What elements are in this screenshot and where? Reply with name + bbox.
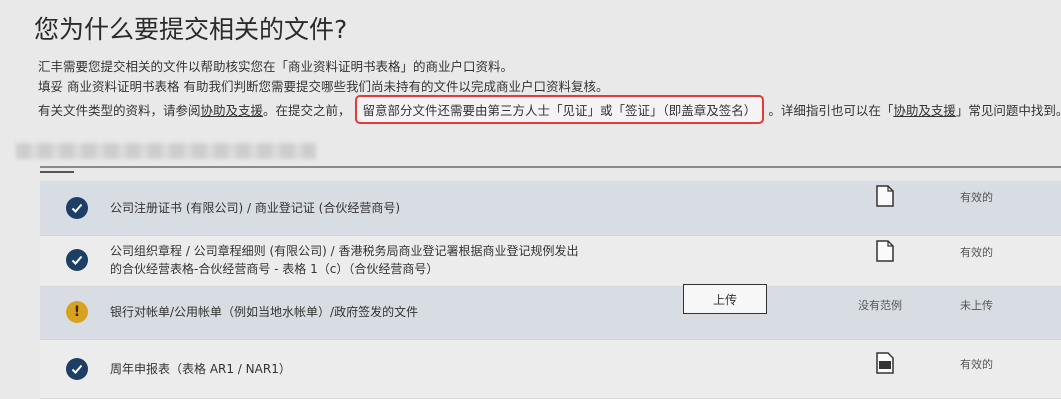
- document-icon[interactable]: [876, 240, 894, 262]
- intro-line-2-rest: 商业资料证明书表格 有助我们判断您需要提交哪些我们尚未持有的文件以完成商业户口资…: [67, 79, 609, 94]
- section-divider: [40, 166, 1061, 168]
- no-sample-text: 没有范例: [858, 299, 902, 312]
- table-row: 公司注册证书 (有限公司) / 商业登记证 (合伙经营商号) 有效的: [40, 181, 1061, 236]
- intro-line-3-a: 有关文件类型的资料，请参阅: [38, 103, 201, 118]
- status-text: 有效的: [960, 358, 993, 371]
- help-support-link[interactable]: 协助及支援: [201, 100, 264, 119]
- status-text: 未上传: [960, 299, 993, 312]
- intro-line-3-d: 」常见问题中找到。: [955, 103, 1061, 118]
- blurred-account-info: [16, 143, 316, 159]
- table-row: 周年申报表（表格 AR1 / NAR1） 有效的: [40, 340, 1061, 399]
- intro-line-3-c: 。详细指引也可以在「: [768, 103, 894, 118]
- document-label: 周年申报表（表格 AR1 / NAR1）: [110, 362, 291, 376]
- upload-button[interactable]: 上传: [683, 284, 767, 314]
- document-icon[interactable]: [876, 185, 894, 207]
- page-title: 您为什么要提交相关的文件?: [34, 15, 348, 44]
- help-support-faq-link[interactable]: 协助及支援: [893, 100, 956, 119]
- tab-indicator: [40, 171, 74, 173]
- intro-line-2-prefix: 填妥: [38, 79, 64, 94]
- status-text: 有效的: [960, 191, 993, 204]
- status-text: 有效的: [960, 246, 993, 259]
- witness-notice-highlight: 留意部分文件还需要由第三方人士「见证」或「签证」（即盖章及签名）: [354, 95, 765, 124]
- document-label-line-1: 公司组织章程 / 公司章程细则 (有限公司) / 香港税务局商业登记署根据商业登…: [110, 244, 579, 258]
- intro-line-1: 汇丰需要您提交相关的文件以帮助核实您在「商业资料证明书表格」的商业户口资料。: [38, 59, 514, 74]
- intro-line-2: 填妥 商业资料证明书表格 有助我们判断您需要提交哪些我们尚未持有的文件以完成商业户…: [38, 76, 609, 95]
- document-label: 公司组织章程 / 公司章程细则 (有限公司) / 香港税务局商业登记署根据商业登…: [110, 242, 579, 278]
- documents-table: 公司注册证书 (有限公司) / 商业登记证 (合伙经营商号) 有效的 公司组织章…: [40, 181, 1061, 399]
- intro-line-3: 有关文件类型的资料，请参阅 协助及支援 。在提交之前， 留意部分文件还需要由第三…: [38, 95, 1061, 124]
- document-filled-icon[interactable]: [876, 352, 894, 374]
- document-label: 银行对帐单/公用帐单（例如当地水帐单）/政府签发的文件: [110, 305, 419, 319]
- table-row: 公司组织章程 / 公司章程细则 (有限公司) / 香港税务局商业登记署根据商业登…: [40, 236, 1061, 287]
- check-circle-icon: [66, 358, 88, 380]
- intro-line-3-b: 。在提交之前，: [263, 103, 351, 118]
- document-label-line-2: 的合伙经营表格-合伙经营商号 - 表格 1（c）（合伙经营商号）: [110, 262, 439, 276]
- check-circle-icon: [66, 197, 88, 219]
- document-label: 公司注册证书 (有限公司) / 商业登记证 (合伙经营商号): [110, 201, 401, 215]
- check-circle-icon: [66, 249, 88, 271]
- warning-icon: !: [66, 301, 88, 323]
- table-row: ! 银行对帐单/公用帐单（例如当地水帐单）/政府签发的文件 上传 没有范例 未上…: [40, 284, 1061, 340]
